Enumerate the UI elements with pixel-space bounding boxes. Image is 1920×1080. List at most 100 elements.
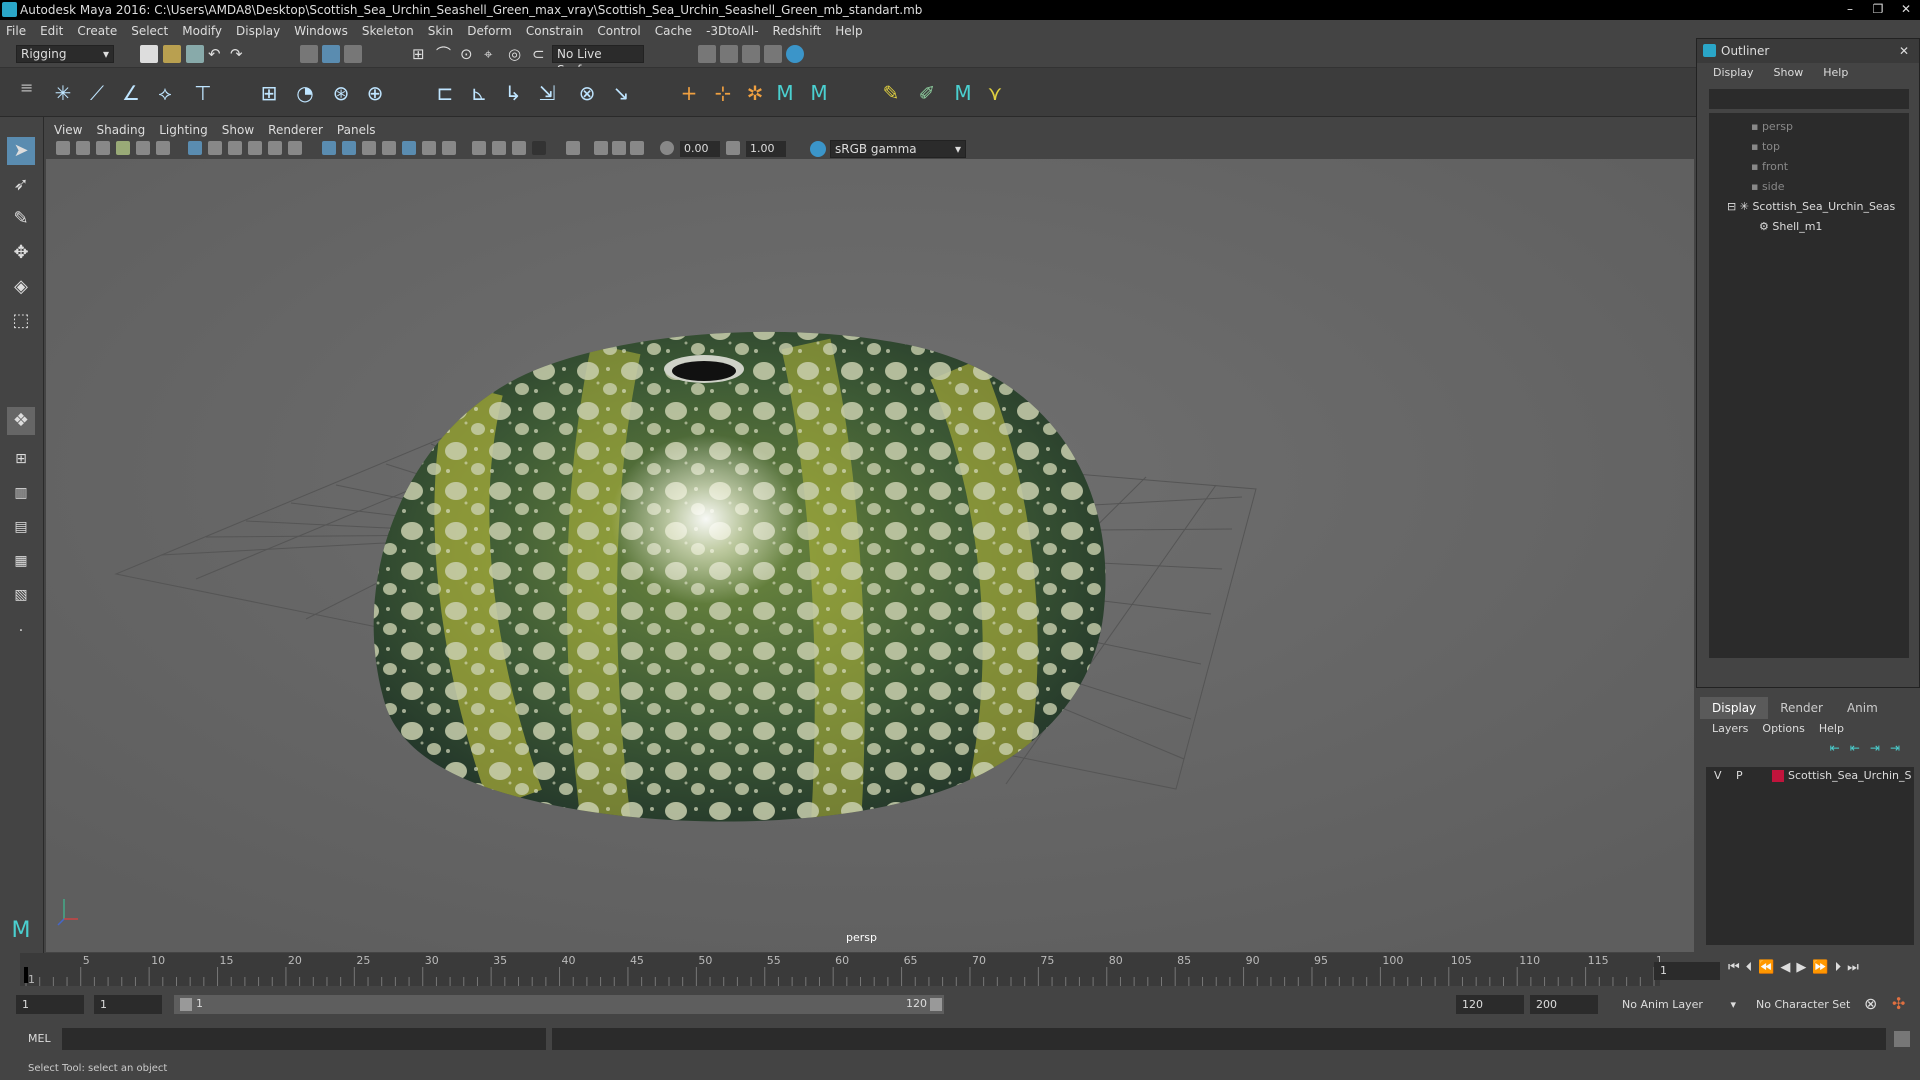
select-hierarchy-icon[interactable] [300,45,318,63]
film-gate-icon[interactable] [208,141,222,155]
undo-icon[interactable]: ↶ [208,45,226,63]
menu-skin[interactable]: Skin [428,24,454,38]
gamma-field[interactable]: 1.00 [746,141,786,157]
layer-menu-help[interactable]: Help [1819,719,1844,739]
menu-redshift[interactable]: Redshift [773,24,822,38]
safe-action-icon[interactable] [288,141,302,155]
auto-key-icon[interactable]: ⊗ [1864,994,1877,1013]
snap-grid-icon[interactable]: ⊞ [412,45,430,63]
orient-constraint-icon[interactable]: ↳ [500,80,526,106]
menu-help[interactable]: Help [835,24,862,38]
lasso-tool-icon[interactable]: ➶ [7,171,35,199]
textured-icon[interactable] [382,141,396,155]
menu-modify[interactable]: Modify [182,24,222,38]
depth-of-field-icon[interactable] [512,141,526,155]
maya-m2-icon[interactable]: M [806,80,832,106]
cluster-icon[interactable]: ⊕ [362,80,388,106]
menu-display[interactable]: Display [236,24,280,38]
menu-control[interactable]: Control [597,24,640,38]
image-plane-icon[interactable] [116,141,130,155]
paint-select-icon[interactable]: ✎ [7,205,35,233]
hypershade-view-icon[interactable]: ▧ [7,581,35,609]
snap-point-icon[interactable]: ⊙ [460,45,478,63]
playback-controls[interactable]: ⏮⏴⏪◀▶⏩⏵⏭ [1728,960,1865,975]
bind-skin-icon[interactable]: ⊞ [256,80,282,106]
tab-anim[interactable]: Anim [1835,697,1890,719]
close-button[interactable]: ✕ [1892,0,1920,18]
layer-row[interactable]: V P Scottish_Sea_Urchin_S [1706,767,1914,785]
point-constraint-icon[interactable]: ⊏ [432,80,458,106]
resolution-gate-icon[interactable] [228,141,242,155]
lattice-icon[interactable]: ⊛ [328,80,354,106]
playback-end-field[interactable]: 120 [1456,995,1524,1014]
grease-pencil-icon[interactable] [156,141,170,155]
render-frame-icon[interactable] [720,45,738,63]
outliner-item-shell[interactable]: ⚙ Shell_m1 [1759,220,1822,233]
outliner-close-icon[interactable]: ✕ [1899,39,1909,63]
graph-view-icon[interactable]: ▦ [7,547,35,575]
locator-joint-icon[interactable]: ⊹ [710,80,736,106]
pole-vector-icon[interactable]: ↘ [608,80,634,106]
shadows-icon[interactable] [422,141,436,155]
snap-magnet-icon[interactable]: ⊂ [532,45,550,63]
character-set-dropdown[interactable]: No Character Set [1756,995,1870,1014]
paint-weights-icon[interactable]: ✎ [878,80,904,106]
menu-cache[interactable]: Cache [655,24,692,38]
outliner-search-input[interactable] [1709,89,1909,109]
deformer-icon[interactable]: ⋎ [982,80,1008,106]
field-chart-icon[interactable] [268,141,282,155]
range-slider-end-handle[interactable] [930,998,942,1011]
layer-playback-toggle[interactable]: P [1736,769,1743,782]
anti-alias-icon[interactable] [492,141,506,155]
menu-3dtoall[interactable]: -3DtoAll- [706,24,758,38]
layer-color-swatch[interactable] [1772,770,1784,782]
time-slider[interactable]: 1 5 10 15 20 25 30 35 40 45 50 55 60 65 70 75 80 85 90 95 10… [20,953,1677,986]
aim-constraint-icon[interactable]: ⊾ [466,80,492,106]
outliner-item-persp[interactable]: ▪ persp [1751,120,1793,133]
outliner-item-front[interactable]: ▪ front [1751,160,1788,173]
outliner-menu-display[interactable]: Display [1713,63,1754,83]
parent-constraint-icon[interactable]: ⊗ [574,80,600,106]
panel-menu-renderer[interactable]: Renderer [268,123,323,137]
xray-components-icon[interactable] [612,141,626,155]
cluster-handle-icon[interactable]: ✲ [742,80,768,106]
mel-input[interactable] [62,1028,546,1050]
mirror-joint-icon[interactable]: ⊤ [190,80,216,106]
menu-skeleton[interactable]: Skeleton [362,24,414,38]
outliner-menu-show[interactable]: Show [1774,63,1804,83]
2d-pan-icon[interactable] [136,141,150,155]
gamma-icon[interactable] [726,141,740,155]
menu-create[interactable]: Create [77,24,117,38]
panel-menu-panels[interactable]: Panels [337,123,376,137]
insert-joint-icon[interactable]: ⟡ [152,80,178,106]
layer-visibility-toggle[interactable]: V [1714,769,1722,782]
outliner-view-icon[interactable]: ▤ [7,513,35,541]
menu-select[interactable]: Select [131,24,168,38]
layout-menu-icon[interactable]: · [7,617,35,645]
snap-curve-icon[interactable]: ⌒ [436,45,454,63]
panel-menu-shading[interactable]: Shading [96,123,145,137]
snap-surface-icon[interactable]: ◎ [508,45,526,63]
grid-toggle-icon[interactable] [188,141,202,155]
current-time-marker[interactable] [24,967,28,983]
select-object-icon[interactable] [322,45,340,63]
range-slider-start-handle[interactable] [180,998,192,1011]
render-settings-icon[interactable] [698,45,716,63]
select-component-icon[interactable] [344,45,362,63]
move-tool-icon[interactable]: ✥ [7,239,35,267]
anim-layer-dropdown[interactable]: No Anim Layer ▾ [1622,995,1736,1014]
menu-windows[interactable]: Windows [294,24,348,38]
outliner-item-sea-urchin-group[interactable]: ⊟ ✳ Scottish_Sea_Urchin_Seas [1727,200,1895,213]
tab-render[interactable]: Render [1768,697,1835,719]
isolate-select-icon[interactable] [566,141,580,155]
xray-icon[interactable] [532,141,546,155]
panel-menu-show[interactable]: Show [222,123,254,137]
shaded-wire-icon[interactable] [362,141,376,155]
locator-icon[interactable]: + [676,80,702,106]
scale-tool-icon[interactable]: ⬚ [7,307,35,335]
panel-menu-lighting[interactable]: Lighting [159,123,208,137]
panel-menu-view[interactable]: View [54,123,82,137]
tab-display[interactable]: Display [1700,697,1769,719]
layer-buttons[interactable]: ⇤⇤⇥⇥ [1830,741,1910,755]
menu-constrain[interactable]: Constrain [526,24,584,38]
